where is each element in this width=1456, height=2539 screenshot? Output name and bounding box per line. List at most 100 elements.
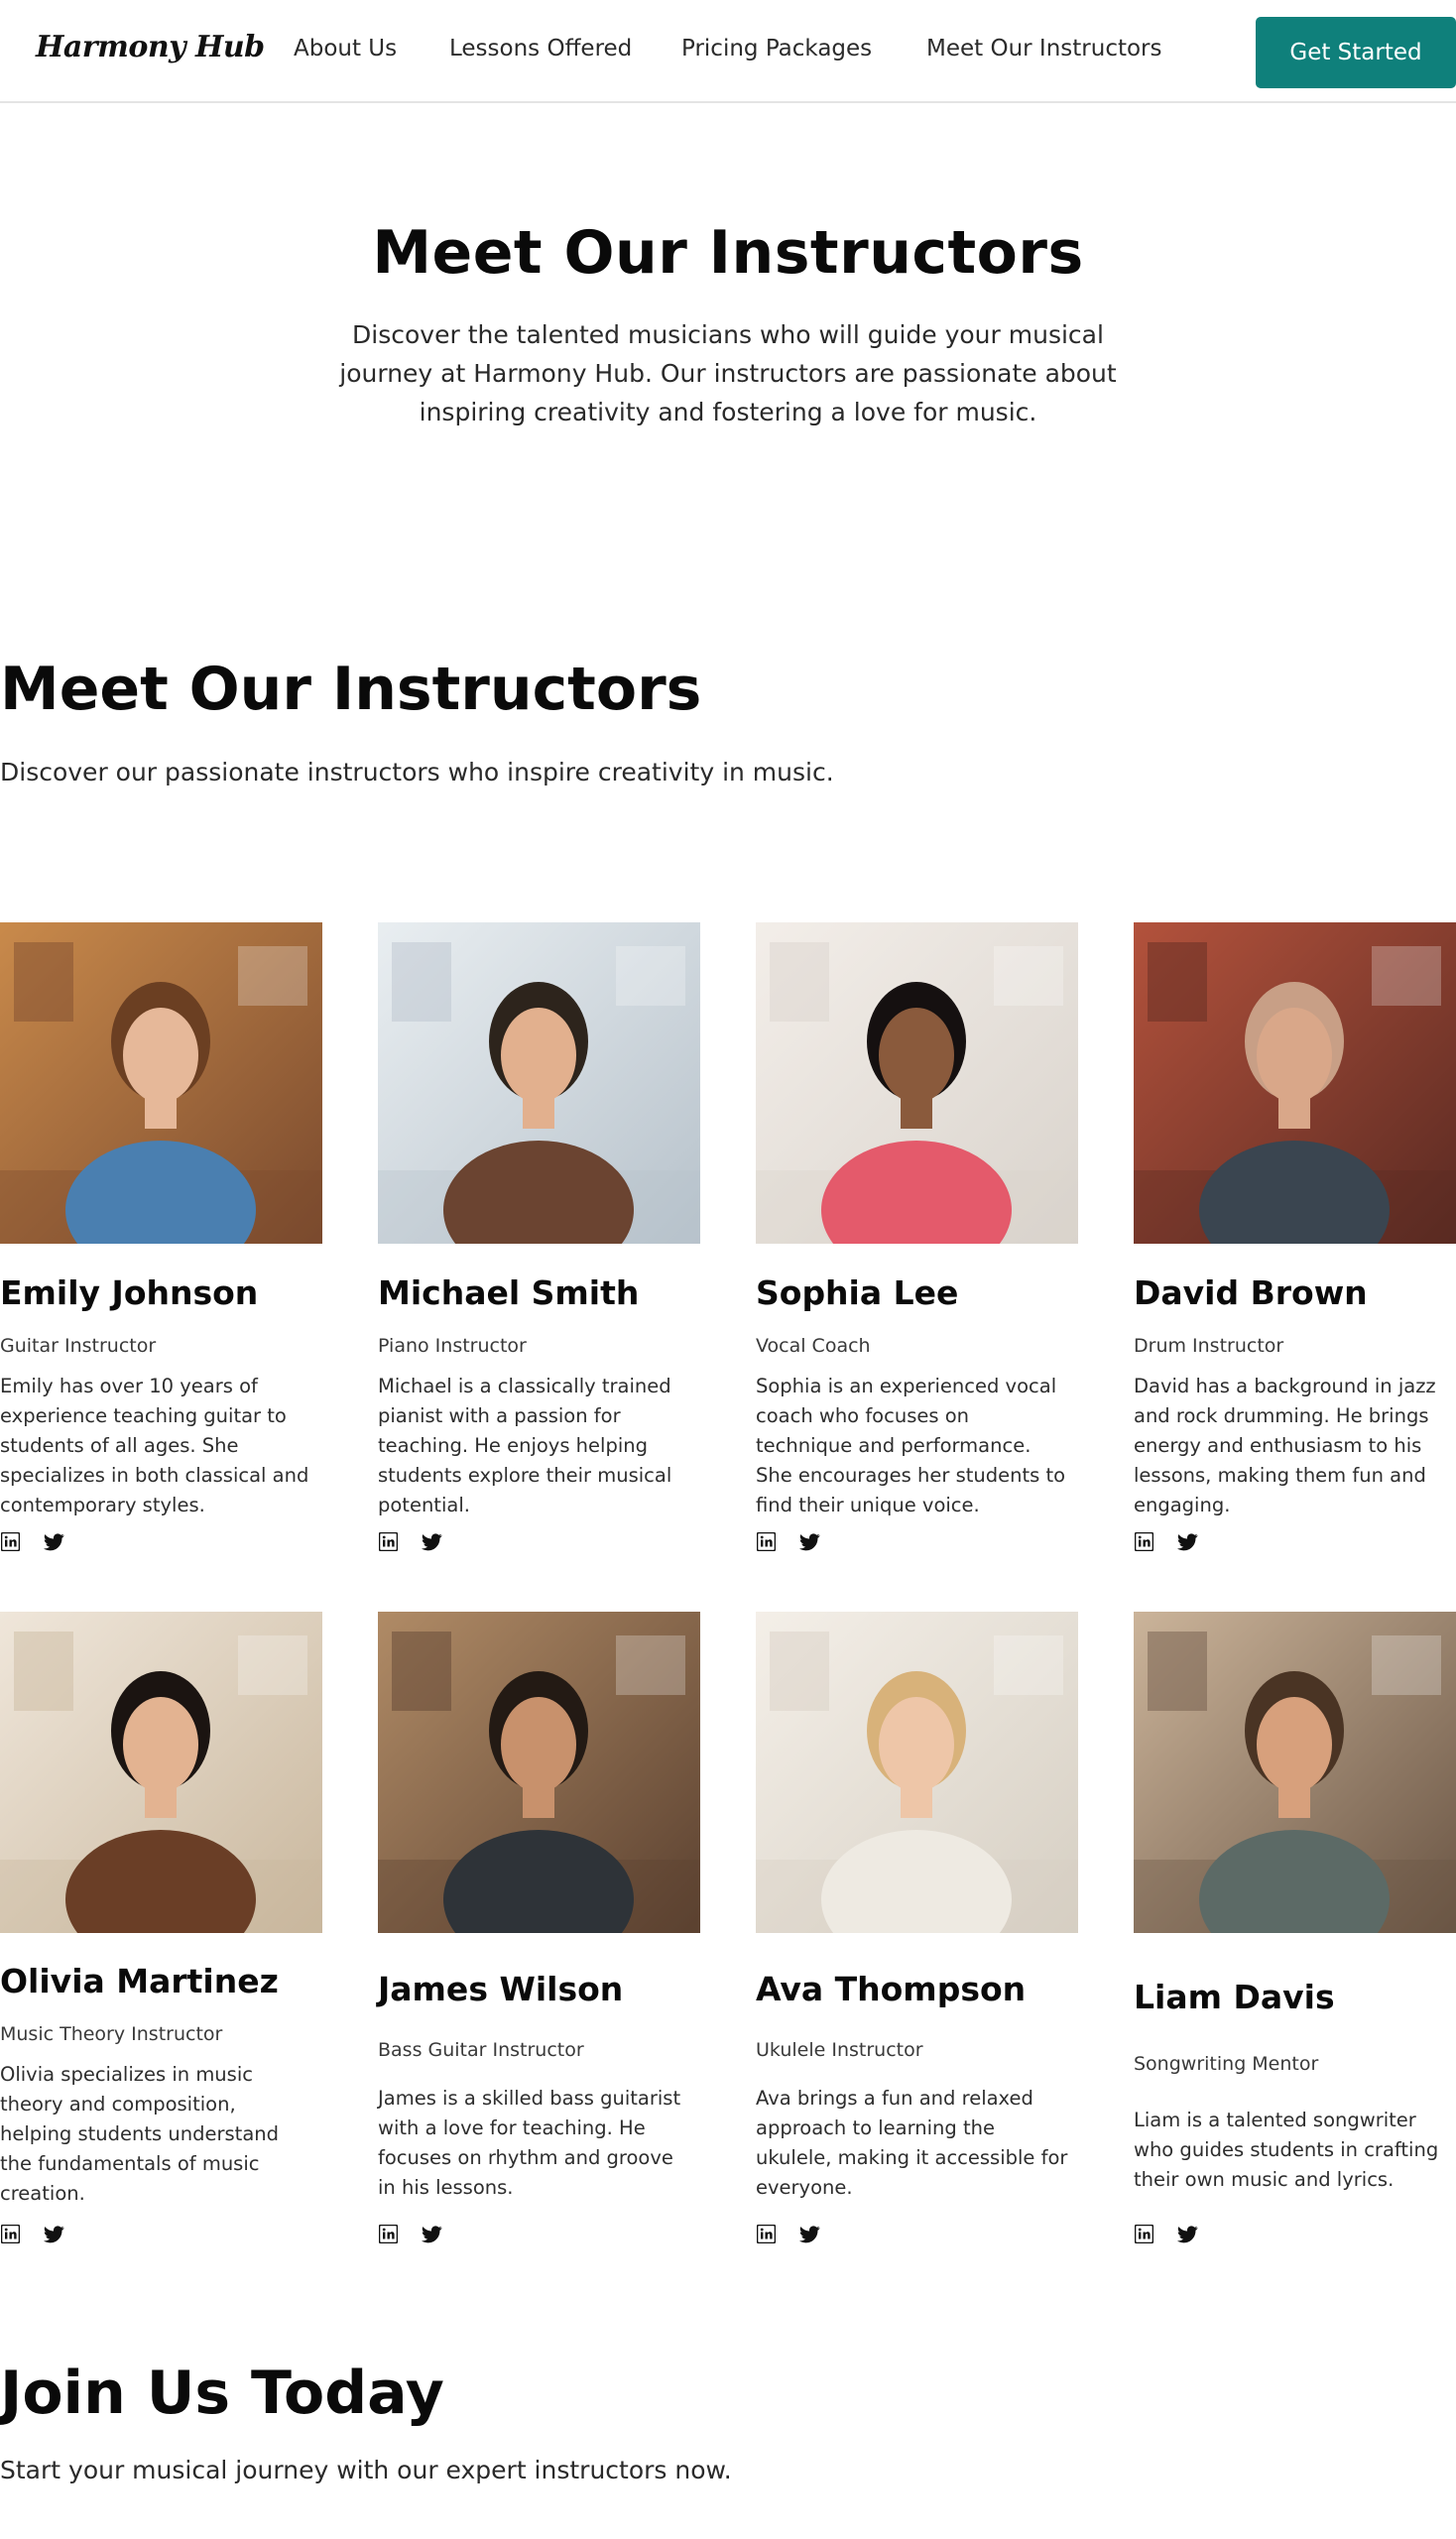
instructor-bio-line: approach to learning the bbox=[756, 2116, 995, 2139]
hero-subtitle-line: inspiring creativity and fostering a lov… bbox=[419, 398, 1037, 426]
instructor-name: Emily Johnson bbox=[0, 1273, 259, 1312]
instructor-bio: Olivia specializes in music theory and co… bbox=[0, 2060, 322, 2209]
instructor-bio-line: helping students understand bbox=[0, 2122, 280, 2145]
instructor-bio-line: Olivia specializes in music bbox=[0, 2063, 253, 2086]
instructor-bio-line: coach who focuses on bbox=[756, 1404, 969, 1427]
instructor-photo-art bbox=[1134, 922, 1456, 1244]
instructor-photo bbox=[1134, 922, 1456, 1244]
instructor-bio-line: everyone. bbox=[756, 2176, 853, 2199]
instructor-bio: James is a skilled bass guitarist with a … bbox=[378, 2084, 700, 2203]
linkedin-icon[interactable] bbox=[378, 2224, 399, 2244]
instructor-bio: Emily has over 10 years of experience tea… bbox=[0, 1372, 322, 1520]
instructor-bio-line: Ava brings a fun and relaxed bbox=[756, 2087, 1033, 2110]
instructor-bio-line: teaching. He enjoys helping bbox=[378, 1434, 648, 1457]
twitter-icon[interactable] bbox=[1177, 2224, 1198, 2244]
instructor-photo bbox=[756, 922, 1078, 1244]
instructor-role: Songwriting Mentor bbox=[1134, 2053, 1319, 2075]
social-links bbox=[1134, 2224, 1198, 2247]
instructor-role: Vocal Coach bbox=[756, 1335, 871, 1357]
instructor-name: David Brown bbox=[1134, 1273, 1368, 1312]
instructor-bio-line: students explore their musical bbox=[378, 1464, 672, 1487]
social-links bbox=[756, 2224, 820, 2247]
instructor-bio-line: their own music and lyrics. bbox=[1134, 2168, 1395, 2191]
linkedin-icon[interactable] bbox=[756, 2224, 777, 2244]
instructor-role: Bass Guitar Instructor bbox=[378, 2039, 584, 2061]
instructor-bio: Michael is a classically trained pianist … bbox=[378, 1372, 700, 1520]
instructor-photo bbox=[756, 1612, 1078, 1933]
twitter-icon[interactable] bbox=[1177, 1531, 1198, 1552]
instructor-photo bbox=[1134, 1612, 1456, 1933]
nav-link-pricing-packages[interactable]: Pricing Packages bbox=[681, 36, 872, 61]
instructor-bio-line: potential. bbox=[378, 1494, 470, 1516]
instructor-bio: Sophia is an experienced vocal coach who … bbox=[756, 1372, 1078, 1520]
twitter-icon[interactable] bbox=[422, 1531, 442, 1552]
instructor-bio-line: find their unique voice. bbox=[756, 1494, 980, 1516]
instructor-bio: David has a background in jazz and rock d… bbox=[1134, 1372, 1456, 1520]
linkedin-icon[interactable] bbox=[0, 2224, 21, 2244]
instructor-bio-line: pianist with a passion for bbox=[378, 1404, 621, 1427]
section-title: Meet Our Instructors bbox=[0, 655, 702, 724]
instructor-bio-line: students of all ages. She bbox=[0, 1434, 239, 1457]
instructor-photo-art bbox=[756, 1612, 1078, 1933]
instructor-bio: Ava brings a fun and relaxed approach to … bbox=[756, 2084, 1078, 2203]
instructor-bio-line: theory and composition, bbox=[0, 2093, 236, 2116]
instructor-bio-line: the fundamentals of music bbox=[0, 2152, 260, 2175]
instructor-bio: Liam is a talented songwriter who guides … bbox=[1134, 2106, 1456, 2195]
linkedin-icon[interactable] bbox=[378, 1531, 399, 1552]
instructor-bio-line: technique and performance. bbox=[756, 1434, 1031, 1457]
instructor-bio-line: Emily has over 10 years of bbox=[0, 1375, 258, 1397]
twitter-icon[interactable] bbox=[799, 1531, 820, 1552]
twitter-icon[interactable] bbox=[799, 2224, 820, 2244]
social-links bbox=[0, 1531, 64, 1555]
hero-subtitle-line: Discover the talented musicians who will… bbox=[352, 320, 1104, 349]
instructor-bio-line: in his lessons. bbox=[378, 2176, 514, 2199]
twitter-icon[interactable] bbox=[44, 1531, 64, 1552]
instructor-bio-line: experience teaching guitar to bbox=[0, 1404, 287, 1427]
instructor-bio-line: engaging. bbox=[1134, 1494, 1231, 1516]
social-links bbox=[378, 1531, 442, 1555]
instructor-bio-line: who guides students in crafting bbox=[1134, 2138, 1439, 2161]
linkedin-icon[interactable] bbox=[1134, 1531, 1154, 1552]
instructor-bio-line: contemporary styles. bbox=[0, 1494, 205, 1516]
instructor-photo-art bbox=[0, 1612, 322, 1933]
instructor-role: Piano Instructor bbox=[378, 1335, 527, 1357]
instructor-bio-line: and rock drumming. He brings bbox=[1134, 1404, 1429, 1427]
instructor-bio-line: focuses on rhythm and groove bbox=[378, 2146, 673, 2169]
nav-link-meet-instructors[interactable]: Meet Our Instructors bbox=[926, 36, 1162, 61]
instructor-role: Guitar Instructor bbox=[0, 1335, 157, 1357]
social-links bbox=[0, 2224, 64, 2247]
hero-title: Meet Our Instructors bbox=[372, 218, 1084, 288]
instructor-photo-art bbox=[756, 922, 1078, 1244]
instructor-bio-line: Michael is a classically trained bbox=[378, 1375, 671, 1397]
instructor-role: Drum Instructor bbox=[1134, 1335, 1284, 1357]
instructor-bio-line: Liam is a talented songwriter bbox=[1134, 2109, 1416, 2131]
top-navigation: Harmony Hub About Us Lessons Offered Pri… bbox=[0, 0, 1456, 103]
instructor-name: Olivia Martinez bbox=[0, 1962, 279, 2000]
linkedin-icon[interactable] bbox=[0, 1531, 21, 1552]
twitter-icon[interactable] bbox=[44, 2224, 64, 2244]
instructor-bio-line: specializes in both classical and bbox=[0, 1464, 309, 1487]
instructor-name: Michael Smith bbox=[378, 1273, 640, 1312]
social-links bbox=[756, 1531, 820, 1555]
hero-subtitle: Discover the talented musicians who will… bbox=[317, 315, 1139, 431]
instructor-name: Liam Davis bbox=[1134, 1978, 1335, 2016]
instructor-bio-line: James is a skilled bass guitarist bbox=[378, 2087, 681, 2110]
nav-link-about-us[interactable]: About Us bbox=[294, 36, 397, 61]
instructor-bio-line: Sophia is an experienced vocal bbox=[756, 1375, 1057, 1397]
instructor-bio-line: lessons, making them fun and bbox=[1134, 1464, 1426, 1487]
linkedin-icon[interactable] bbox=[756, 1531, 777, 1552]
twitter-icon[interactable] bbox=[422, 2224, 442, 2244]
instructor-name: Sophia Lee bbox=[756, 1273, 959, 1312]
nav-link-lessons-offered[interactable]: Lessons Offered bbox=[449, 36, 632, 61]
instructor-role: Ukulele Instructor bbox=[756, 2039, 923, 2061]
instructor-photo-art bbox=[378, 1612, 700, 1933]
get-started-button[interactable]: Get Started bbox=[1256, 17, 1456, 88]
instructor-bio-line: with a love for teaching. He bbox=[378, 2116, 646, 2139]
social-links bbox=[378, 2224, 442, 2247]
join-subtitle: Start your musical journey with our expe… bbox=[0, 2456, 732, 2484]
linkedin-icon[interactable] bbox=[1134, 2224, 1154, 2244]
instructor-bio-line: David has a background in jazz bbox=[1134, 1375, 1436, 1397]
instructor-photo bbox=[0, 922, 322, 1244]
instructor-bio-line: creation. bbox=[0, 2182, 85, 2205]
nav-links: About Us Lessons Offered Pricing Package… bbox=[0, 0, 1456, 103]
